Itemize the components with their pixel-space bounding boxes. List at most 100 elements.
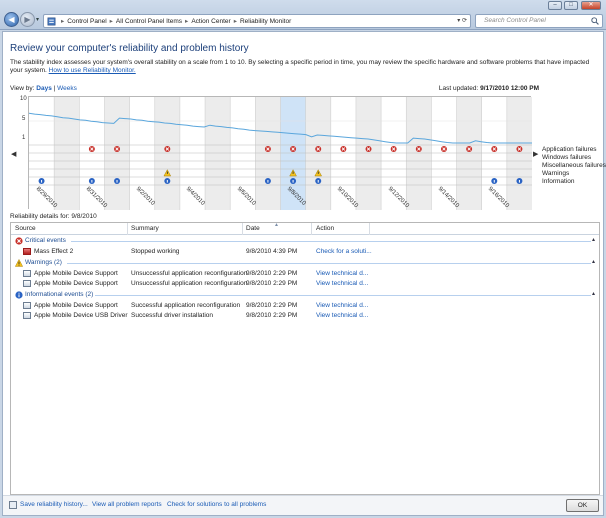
day-column bbox=[406, 97, 432, 210]
close-button[interactable]: ✕ bbox=[581, 1, 601, 10]
forward-button[interactable]: ▶ bbox=[20, 12, 35, 27]
row-action-link[interactable]: Check for a soluti... bbox=[316, 248, 372, 255]
row-action-link[interactable]: View technical d... bbox=[316, 302, 368, 309]
day-column bbox=[506, 97, 532, 210]
chart-scroll-left-icon[interactable]: ◀ bbox=[11, 150, 16, 158]
main-content: Review your computer's reliability and p… bbox=[2, 31, 606, 516]
table-row[interactable]: Apple Mobile Device Support Unsuccessful… bbox=[11, 269, 599, 279]
y-tick-label: 1 bbox=[22, 135, 26, 141]
application-failure-icon bbox=[365, 146, 372, 152]
column-source[interactable]: Source bbox=[15, 225, 36, 232]
breadcrumb-separator[interactable]: ▸ bbox=[110, 18, 113, 25]
row-source: Apple Mobile Device Support bbox=[34, 270, 118, 277]
refresh-button[interactable]: ▾ ⟳ bbox=[457, 17, 467, 24]
application-failure-icon bbox=[114, 146, 121, 152]
recent-pages-dropdown[interactable]: ▾ bbox=[36, 16, 39, 23]
row-label-warnings: Warnings bbox=[542, 170, 570, 177]
sort-ascending-icon: ▲ bbox=[274, 222, 279, 228]
ok-button[interactable]: OK bbox=[566, 499, 599, 512]
breadcrumb: ▸ Control Panel ▸ All Control Panel Items ▸ A… bbox=[58, 17, 291, 25]
row-action-link[interactable]: View technical d... bbox=[316, 280, 368, 287]
arrow-left-icon: ◀ bbox=[8, 15, 15, 24]
breadcrumb-separator[interactable]: ▸ bbox=[185, 18, 188, 25]
search-input[interactable]: Search Control Panel bbox=[475, 14, 603, 28]
collapse-icon[interactable]: ▴ bbox=[592, 290, 595, 297]
warning-icon bbox=[15, 259, 23, 267]
footer: Save reliability history... View all pro… bbox=[3, 495, 603, 515]
group-critical-events[interactable]: Critical events bbox=[25, 237, 66, 244]
information-event-icon bbox=[114, 178, 121, 184]
day-column bbox=[104, 97, 130, 210]
row-date: 9/8/2010 2:29 PM bbox=[246, 312, 298, 319]
information-event-icon bbox=[264, 178, 271, 184]
day-column bbox=[154, 97, 180, 210]
view-all-reports-link[interactable]: View all problem reports bbox=[92, 501, 162, 508]
day-column bbox=[54, 97, 80, 210]
day-column bbox=[255, 97, 281, 210]
arrow-right-icon: ▶ bbox=[24, 15, 31, 24]
information-event-icon bbox=[88, 178, 95, 184]
table-row[interactable]: Apple Mobile Device Support Unsuccessful… bbox=[11, 279, 599, 289]
reliability-chart[interactable] bbox=[28, 96, 532, 210]
table-row[interactable]: Apple Mobile Device Support Successful a… bbox=[11, 301, 599, 311]
column-summary[interactable]: Summary bbox=[131, 225, 159, 232]
information-event-icon bbox=[491, 178, 498, 184]
row-action-link[interactable]: View technical d... bbox=[316, 312, 368, 319]
row-date: 9/8/2010 2:29 PM bbox=[246, 280, 298, 287]
breadcrumb-all-items[interactable]: All Control Panel Items bbox=[116, 18, 182, 25]
row-date: 9/8/2010 2:29 PM bbox=[246, 270, 298, 277]
stability-chart-svg[interactable] bbox=[28, 97, 532, 210]
table-row[interactable]: Apple Mobile Device USB Driver Successfu… bbox=[11, 311, 599, 321]
view-separator: | bbox=[53, 85, 56, 92]
app-icon bbox=[23, 248, 31, 255]
row-summary: Successful driver installation bbox=[131, 312, 214, 319]
application-failure-icon bbox=[290, 146, 297, 152]
details-heading: Reliability details for: 9/8/2010 bbox=[10, 213, 97, 220]
row-label-information: Information bbox=[542, 178, 575, 185]
address-bar[interactable]: ▸ Control Panel ▸ All Control Panel Items ▸ A… bbox=[43, 14, 471, 28]
view-by-label: View by: bbox=[10, 85, 35, 92]
check-solutions-link[interactable]: Check for solutions to all problems bbox=[167, 501, 266, 508]
view-weeks-link[interactable]: Weeks bbox=[57, 85, 77, 92]
application-failure-icon bbox=[415, 146, 422, 152]
row-action-link[interactable]: View technical d... bbox=[316, 270, 368, 277]
collapse-icon[interactable]: ▴ bbox=[592, 258, 595, 265]
information-event-icon bbox=[290, 178, 297, 184]
row-summary: Stopped working bbox=[131, 248, 180, 255]
app-icon bbox=[23, 312, 31, 319]
chart-scroll-right-icon[interactable]: ▶ bbox=[533, 150, 538, 158]
row-summary: Successful application reconfiguration bbox=[131, 302, 241, 309]
collapse-icon[interactable]: ▴ bbox=[592, 236, 595, 243]
application-failure-icon bbox=[516, 146, 523, 152]
application-failure-icon bbox=[264, 146, 271, 152]
maximize-button[interactable]: □ bbox=[564, 1, 578, 10]
save-history-link[interactable]: Save reliability history... bbox=[20, 501, 88, 508]
breadcrumb-control-panel[interactable]: Control Panel bbox=[67, 18, 106, 25]
breadcrumb-separator[interactable]: ▸ bbox=[234, 18, 237, 25]
minimize-button[interactable]: – bbox=[548, 1, 562, 10]
back-button[interactable]: ◀ bbox=[4, 12, 19, 27]
page-title: Review your computer's reliability and p… bbox=[10, 43, 249, 54]
how-to-use-link[interactable]: How to use Reliability Monitor. bbox=[49, 67, 136, 74]
application-failure-icon bbox=[466, 146, 473, 152]
breadcrumb-action-center[interactable]: Action Center bbox=[191, 18, 230, 25]
column-action[interactable]: Action bbox=[316, 225, 334, 232]
column-date[interactable]: Date bbox=[246, 225, 260, 232]
view-days-link[interactable]: Days bbox=[36, 85, 52, 92]
last-updated-value: 9/17/2010 12:00 PM bbox=[480, 85, 539, 92]
breadcrumb-reliability-monitor[interactable]: Reliability Monitor bbox=[240, 18, 291, 25]
application-failure-icon bbox=[88, 146, 95, 152]
table-row[interactable]: Mass Effect 2 Stopped working 9/8/2010 4… bbox=[11, 247, 599, 257]
y-tick-label: 10 bbox=[20, 96, 27, 102]
view-by: View by: Days | Weeks bbox=[10, 85, 77, 92]
last-updated-label: Last updated: bbox=[438, 85, 479, 92]
row-date: 9/8/2010 2:29 PM bbox=[246, 302, 298, 309]
search-icon[interactable] bbox=[591, 17, 599, 25]
application-failure-icon bbox=[491, 146, 498, 152]
information-event-icon bbox=[164, 178, 171, 184]
row-label-misc-failures: Miscellaneous failures bbox=[542, 162, 606, 169]
row-source: Apple Mobile Device Support bbox=[34, 280, 118, 287]
information-event-icon bbox=[38, 178, 45, 184]
group-informational-events[interactable]: Informational events (2) bbox=[25, 291, 93, 298]
group-warnings[interactable]: Warnings (2) bbox=[25, 259, 62, 266]
